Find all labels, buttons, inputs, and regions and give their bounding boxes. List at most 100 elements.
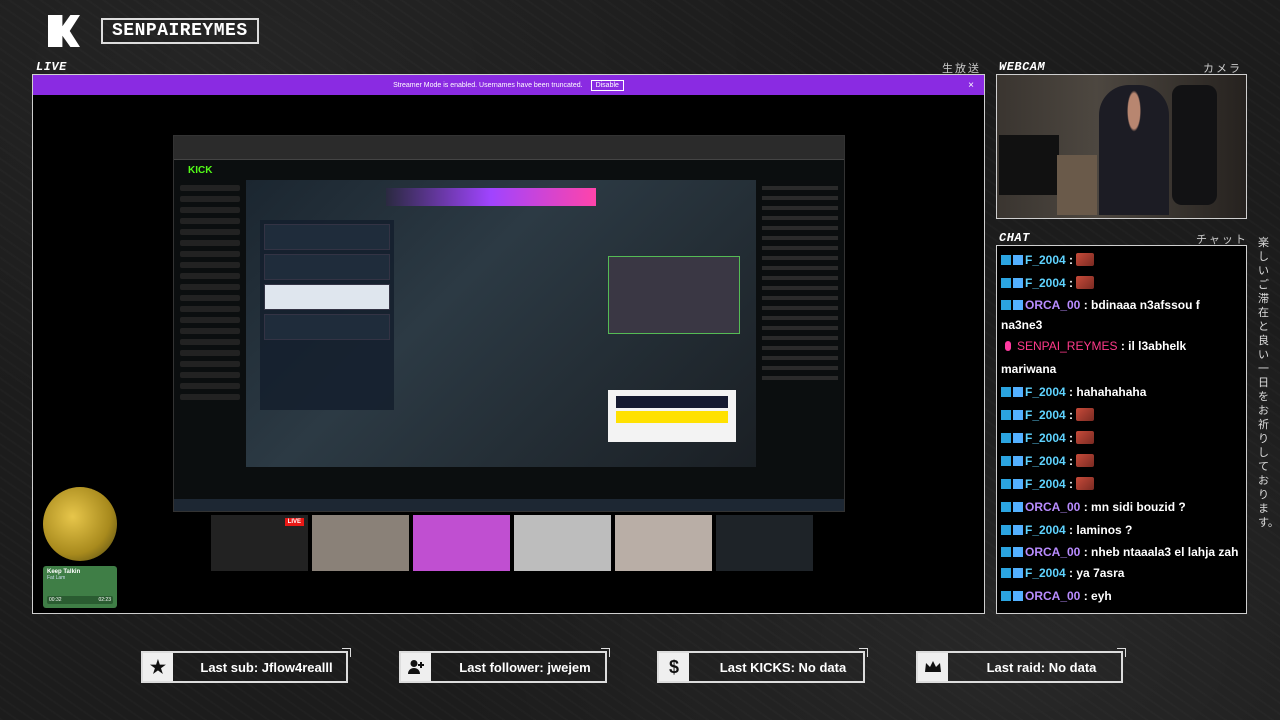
chat-separator: :: [1065, 385, 1074, 399]
chat-text: ya 7asra: [1073, 566, 1125, 580]
last-sub-text: Last sub: Jflow4realll: [200, 659, 333, 675]
chat-message: F_2004 : hahahahaha: [1001, 381, 1242, 404]
chat-username[interactable]: SENPAI_REYMES: [1017, 339, 1117, 353]
browser-chrome: [174, 136, 844, 160]
game-confirm-box: [608, 390, 736, 442]
last-raid-alert: Last raid: No data: [916, 648, 1126, 683]
chat-username[interactable]: F_2004: [1025, 566, 1066, 580]
chat-username[interactable]: ORCA_00: [1025, 545, 1080, 559]
chat-separator: :: [1065, 566, 1074, 580]
song-artist: Fat Lam: [47, 575, 66, 581]
chat-username[interactable]: F_2004: [1025, 612, 1066, 613]
gift-badge-icon: [1013, 433, 1023, 443]
chat-label: CHAT: [999, 231, 1030, 245]
chat-username[interactable]: F_2004: [1025, 454, 1066, 468]
chat-message: F_2004 :: [1001, 272, 1242, 295]
streamer-figure: [1099, 85, 1169, 215]
streamer-mode-banner: Streamer Mode is enabled. Usernames have…: [33, 75, 984, 95]
game-video: [246, 180, 756, 467]
song-progress: 00:32 02:23: [47, 596, 113, 604]
last-follower-alert: Last follower: jwejem: [399, 648, 610, 683]
subscriber-badge-icon: [1001, 479, 1011, 489]
gift-badge-icon: [1013, 502, 1023, 512]
kick-sidebar: [174, 180, 246, 499]
chat-separator: :: [1065, 253, 1074, 267]
song-total: 02:23: [98, 597, 111, 603]
gift-badge-icon: [1013, 387, 1023, 397]
chat-message: SENPAI_REYMES : il l3abhelk mariwana: [1001, 335, 1242, 381]
chat-username[interactable]: ORCA_00: [1025, 500, 1080, 514]
thumbnail[interactable]: [312, 515, 409, 571]
subscriber-badge-icon: [1001, 568, 1011, 578]
last-kicks-alert: $ Last KICKS: No data: [657, 648, 868, 683]
thumbnail[interactable]: [615, 515, 712, 571]
chat-separator: :: [1065, 477, 1074, 491]
gift-badge-icon: [1013, 255, 1023, 265]
subscriber-badge-icon: [1001, 410, 1011, 420]
chat-username[interactable]: ORCA_00: [1025, 589, 1080, 603]
chat-separator: :: [1080, 298, 1088, 312]
subscriber-badge-icon: [1001, 300, 1011, 310]
chat-message: F_2004 :: [1001, 427, 1242, 450]
live-badge: LIVE: [284, 518, 304, 526]
thumbnail[interactable]: [514, 515, 611, 571]
chat-message: ORCA_00 : eyh: [1001, 585, 1242, 608]
thumbnail[interactable]: [413, 515, 510, 571]
subscriber-badge-icon: [1001, 502, 1011, 512]
subscriber-badge-icon: [1001, 547, 1011, 557]
captured-browser-window: KICK: [173, 135, 845, 512]
chat-username[interactable]: ORCA_00: [1025, 298, 1080, 312]
chat-separator: :: [1065, 431, 1074, 445]
dollar-icon: $: [659, 653, 689, 681]
gift-badge-icon: [1013, 547, 1023, 557]
chat-separator: :: [1065, 523, 1074, 537]
crown-icon: [918, 653, 948, 681]
chat-message: ORCA_00 : nheb ntaaala3 el lahja zah: [1001, 542, 1242, 562]
gift-badge-icon: [1013, 568, 1023, 578]
disable-button[interactable]: Disable: [590, 79, 624, 91]
chat-username[interactable]: F_2004: [1025, 408, 1066, 422]
last-follower-text: Last follower: jwejem: [459, 659, 591, 675]
stream-info-row: [246, 467, 756, 501]
gift-badge-icon: [1013, 456, 1023, 466]
chat-separator: :: [1065, 276, 1074, 290]
chat-separator: :: [1117, 339, 1125, 353]
chat-username[interactable]: F_2004: [1025, 431, 1066, 445]
subscriber-badge-icon: [1001, 456, 1011, 466]
chat-username[interactable]: F_2004: [1025, 523, 1066, 537]
last-raid-text: Last raid: No data: [986, 659, 1097, 675]
chat-message: F_2004 :: [1001, 249, 1242, 272]
chat-message: F_2004 : laminos ?: [1001, 519, 1242, 542]
kick-wordmark-icon: KICK: [188, 165, 213, 176]
side-jp-text: 楽しいご滞在と良い一日をお祈りしております。: [1258, 237, 1279, 529]
chat-username[interactable]: F_2004: [1025, 477, 1066, 491]
kick-chat-column: [756, 180, 844, 499]
subscriber-badge-icon: [1001, 525, 1011, 535]
gift-badge-icon: [1013, 300, 1023, 310]
emote-icon: [1076, 408, 1095, 421]
chat-text: laminos ?: [1073, 523, 1133, 537]
song-elapsed: 00:32: [49, 597, 62, 603]
chat-message: F_2004 : jerbi mn 7omt sou9: [1001, 608, 1242, 613]
chat-message: F_2004 :: [1001, 473, 1242, 496]
emote-icon: [1076, 431, 1095, 444]
subscriber-badge-icon: [1001, 278, 1011, 288]
chat-text: eyh: [1087, 589, 1112, 603]
microphone-icon: [1005, 341, 1011, 351]
live-label: LIVE: [36, 60, 67, 74]
webcam-label: WEBCAM: [999, 60, 1046, 74]
close-icon[interactable]: ×: [968, 80, 974, 91]
gift-badge-icon: [1013, 410, 1023, 420]
star-icon: ★: [143, 653, 173, 681]
chat-username[interactable]: F_2004: [1025, 276, 1066, 290]
chat-username[interactable]: F_2004: [1025, 253, 1066, 267]
chat-message: F_2004 :: [1001, 450, 1242, 473]
thumbnail[interactable]: LIVE: [211, 515, 308, 571]
globe-graphic: [43, 487, 117, 561]
chat-username[interactable]: F_2004: [1025, 385, 1066, 399]
gift-badge-icon: [1013, 479, 1023, 489]
thumbnail[interactable]: [716, 515, 813, 571]
sub-banner: [386, 188, 596, 206]
streamer-cam-overlay: [608, 256, 740, 334]
last-kicks-text: Last KICKS: No data: [719, 659, 847, 675]
